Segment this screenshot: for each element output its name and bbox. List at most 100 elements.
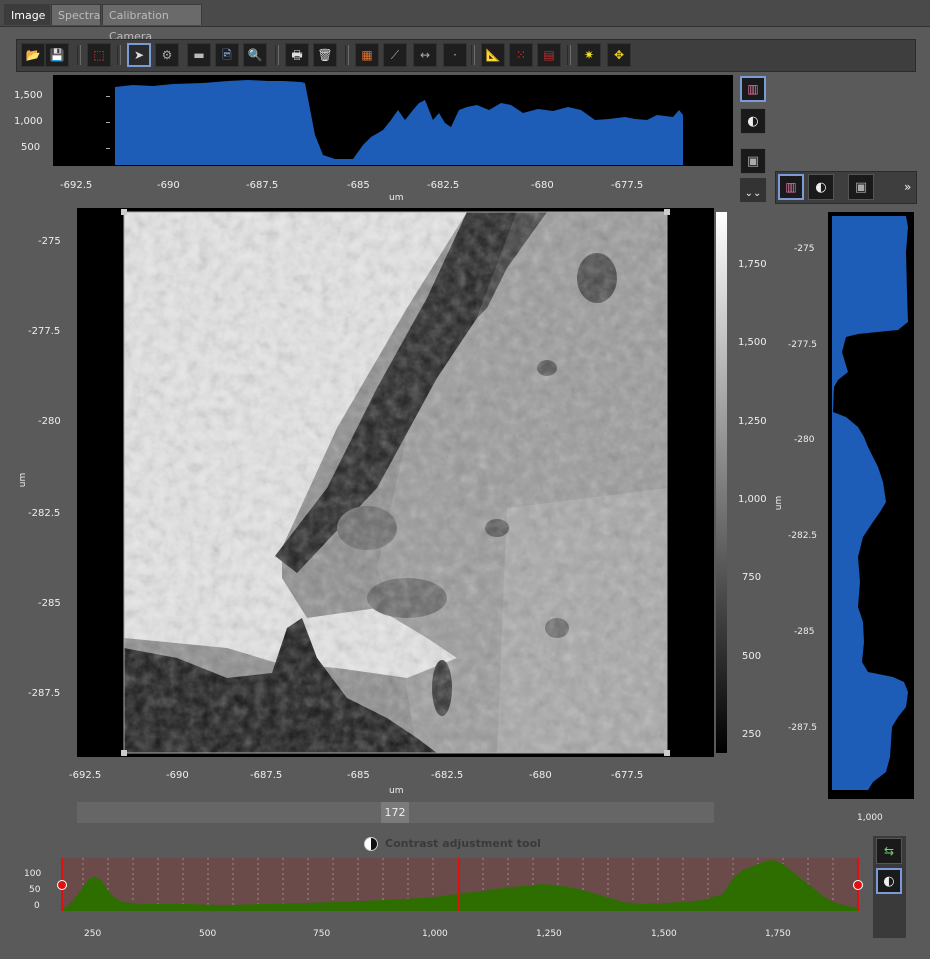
tab-bar: Image Spectra Calibration Camera — [0, 0, 930, 43]
map-button[interactable]: ▤ — [537, 43, 561, 67]
zoom-button[interactable]: 🔍 — [243, 43, 267, 67]
map-icon: ▤ — [543, 48, 555, 62]
point-profile-button[interactable]: · — [443, 43, 467, 67]
tab-spectra[interactable]: Spectra — [51, 4, 101, 25]
grid-points-icon: ⁙ — [515, 48, 527, 62]
histogram-ytick: 50 — [29, 885, 41, 895]
layers-button[interactable]: ▦ — [355, 43, 379, 67]
profile-mode-icon[interactable]: ▥ — [740, 76, 766, 102]
right-profile-plot — [828, 212, 914, 799]
top-profile-xtick: -682.5 — [427, 180, 460, 191]
layers-icon: ▦ — [361, 48, 373, 62]
histogram-ytick: 100 — [24, 869, 42, 879]
top-profile-ytick: 1,500 — [14, 90, 43, 101]
export-profile-icon[interactable]: ▣ — [740, 148, 766, 174]
right-profile-xtick: 1,000 — [857, 813, 883, 823]
max-level-handle[interactable] — [853, 880, 863, 890]
main-ytick: -285 — [38, 598, 61, 609]
gradient-display-button[interactable]: ▬ — [187, 43, 211, 67]
line-profile-icon: ⟋ — [390, 48, 400, 62]
min-level-handle[interactable] — [57, 880, 67, 890]
tick-mark — [106, 122, 110, 123]
image-export-icon: 🖻 — [222, 48, 232, 62]
top-profile-xtick: -687.5 — [246, 180, 279, 191]
right-profile-ytick: -277.5 — [788, 340, 818, 350]
roi-select-button[interactable]: ⬚ — [87, 43, 111, 67]
main-xunit: um — [389, 786, 404, 796]
histogram-xtick: 500 — [199, 929, 217, 939]
auto-contrast-icon[interactable]: ⇆ — [876, 838, 902, 864]
frame-slider[interactable]: 172 — [77, 802, 714, 823]
top-profile-chart — [115, 80, 683, 165]
right-profile-ytick: -282.5 — [788, 531, 818, 541]
main-xtick: -677.5 — [611, 770, 644, 781]
settings-gear-button[interactable]: ⚙ — [155, 43, 179, 67]
line-profile-button[interactable]: ⟋ — [383, 43, 407, 67]
image-export-button[interactable]: 🖻 — [215, 43, 239, 67]
gradient-display-icon: ▬ — [193, 48, 205, 62]
move-arrows-button[interactable]: ✥ — [607, 43, 631, 67]
print-button[interactable]: 🖶 — [285, 43, 309, 67]
right-profile-ytick: -285 — [794, 627, 815, 637]
expand-more-icon[interactable]: » — [904, 180, 911, 194]
brightness-button[interactable]: ✷ — [577, 43, 601, 67]
double-chevron-down-icon: ⌄⌄ — [744, 188, 762, 199]
contrast-tool-title: Contrast adjustment tool — [385, 837, 541, 850]
ruler-icon: 📐 — [485, 48, 501, 62]
main-xtick: -692.5 — [69, 770, 102, 781]
delete-button[interactable]: 🗑 — [313, 43, 337, 67]
tab-calibration-camera[interactable]: Calibration Camera — [102, 4, 202, 43]
move-arrows-icon: ✥ — [613, 48, 625, 62]
tick-mark — [106, 96, 110, 97]
histogram-xtick: 1,250 — [536, 929, 562, 939]
horizontal-profile-button[interactable]: ↔ — [413, 43, 437, 67]
colorbar-tick: 1,750 — [738, 259, 767, 270]
right-profile-ytick: -275 — [794, 244, 815, 254]
open-folder-button[interactable]: 📂 — [21, 43, 45, 67]
colorbar-tick: 1,000 — [738, 494, 767, 505]
top-profile-area — [115, 80, 683, 165]
tick-mark — [106, 148, 110, 149]
main-xtick: -687.5 — [250, 770, 283, 781]
colorbar-tick: 250 — [742, 729, 762, 740]
histogram-chart — [63, 858, 858, 911]
colorbar-tick: 1,250 — [738, 416, 767, 427]
contrast-histogram[interactable] — [63, 858, 858, 911]
ruler-button[interactable]: 📐 — [481, 43, 505, 67]
side-panel-collapse[interactable]: ⌄⌄ — [740, 178, 766, 202]
main-ytick: -277.5 — [28, 326, 61, 337]
save-button[interactable]: 💾 — [45, 43, 69, 67]
top-profile-plot — [53, 75, 733, 166]
toolbar-separator — [117, 45, 121, 65]
toolbar: 📂 💾 ⬚ ➤ ⚙ ▬ 🖻 🔍 🖶 🗑 ▦ ⟋ ↔ · 📐 ⁙ ▤ ✷ ✥ — [16, 39, 916, 72]
top-profile-ytick: 500 — [21, 142, 41, 153]
pointer-button[interactable]: ➤ — [127, 43, 151, 67]
colorbar-tick: 500 — [742, 651, 762, 662]
open-folder-icon: 📂 — [25, 48, 41, 62]
histogram-xtick: 1,750 — [765, 929, 791, 939]
contrast-toggle-icon[interactable]: ◐ — [808, 174, 834, 200]
top-profile-xtick: -685 — [347, 180, 370, 191]
tab-image[interactable]: Image — [4, 4, 50, 25]
right-profile-yunit: um — [774, 495, 785, 511]
toolbar-separator — [345, 45, 349, 65]
main-ytick: -280 — [38, 416, 61, 427]
contrast-toggle-icon[interactable]: ◐ — [740, 108, 766, 134]
histogram-xtick: 1,500 — [651, 929, 677, 939]
main-xtick: -685 — [347, 770, 370, 781]
top-profile-xtick: -690 — [157, 180, 180, 191]
right-profile-ytick: -280 — [794, 435, 815, 445]
frame-slider-value[interactable]: 172 — [381, 802, 409, 823]
delete-icon: 🗑 — [317, 48, 333, 62]
main-ytick: -275 — [38, 236, 61, 247]
grid-points-button[interactable]: ⁙ — [509, 43, 533, 67]
right-profile-ytick: -287.5 — [788, 723, 818, 733]
sem-image[interactable] — [77, 208, 714, 757]
save-icon: 💾 — [49, 48, 65, 62]
brightness-icon: ✷ — [583, 48, 595, 62]
pointer-icon: ➤ — [133, 48, 145, 62]
profile-mode-icon[interactable]: ▥ — [778, 174, 804, 200]
toolbar-separator — [567, 45, 571, 65]
contrast-toggle-icon[interactable]: ◐ — [876, 868, 902, 894]
export-profile-icon[interactable]: ▣ — [848, 174, 874, 200]
